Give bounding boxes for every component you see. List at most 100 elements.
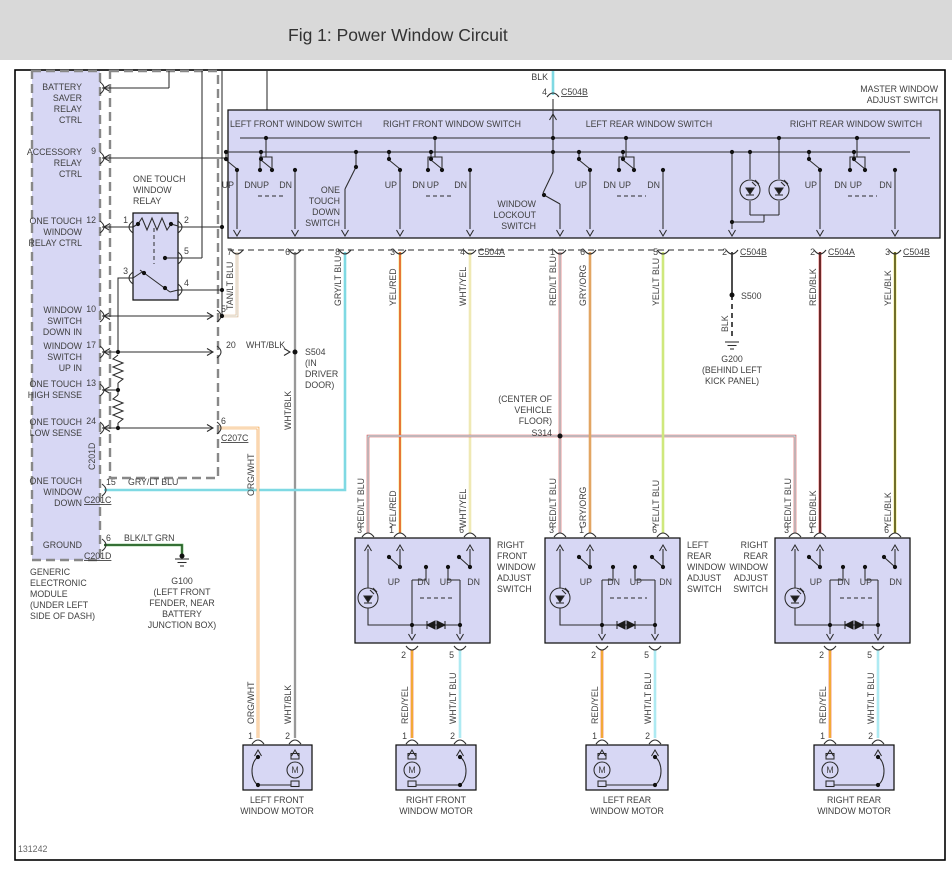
section-right-rear: RIGHT REAR WINDOW SWITCH: [790, 119, 922, 129]
svg-text:DN: DN: [454, 180, 467, 190]
svg-text:YEL/BLK: YEL/BLK: [883, 270, 893, 306]
svg-text:UP: UP: [630, 577, 642, 587]
pin-number: 4: [184, 278, 189, 288]
pin-number: 13: [86, 378, 96, 388]
svg-text:UP: UP: [810, 577, 822, 587]
svg-text:WHT/YEL: WHT/YEL: [458, 489, 468, 528]
gem-label-high-sense: ONE TOUCHHIGH SENSE: [28, 379, 82, 400]
svg-text:GRY/LT BLU: GRY/LT BLU: [333, 256, 343, 306]
svg-text:WHT/YEL: WHT/YEL: [458, 267, 468, 306]
gem-label-low-sense: ONE TOUCHLOW SENSE: [30, 417, 83, 438]
pin-number: 20: [226, 340, 236, 350]
svg-text:UP: UP: [580, 577, 592, 587]
svg-text:YEL/LT BLU: YEL/LT BLU: [651, 258, 661, 306]
pin-number: 2: [285, 731, 290, 741]
section-left-rear: LEFT REAR WINDOW SWITCH: [586, 119, 712, 129]
master-switch-title: MASTER WINDOWADJUST SWITCH: [860, 84, 938, 105]
svg-text:DN: DN: [889, 577, 902, 587]
svg-text:RED/LT BLU: RED/LT BLU: [356, 478, 366, 528]
wire-label: WHT/BLK: [246, 340, 285, 350]
pin-number: 2: [810, 247, 815, 257]
connector-c504b: C504B: [903, 247, 930, 257]
pin-number: 1: [592, 731, 597, 741]
pin-number: 3: [123, 266, 128, 276]
svg-text:DN: DN: [279, 180, 292, 190]
svg-text:DN: DN: [879, 180, 892, 190]
svg-text:YEL/BLK: YEL/BLK: [883, 492, 893, 528]
svg-text:RED/LT BLU: RED/LT BLU: [548, 256, 558, 306]
pin-number: 24: [86, 416, 96, 426]
svg-text:GRY/ORG: GRY/ORG: [578, 264, 588, 306]
motor-label: LEFT FRONTWINDOW MOTOR: [240, 795, 314, 816]
pin-number: 2: [184, 215, 189, 225]
pin-number: 2: [722, 247, 727, 257]
connector-c201c: C201C: [84, 495, 112, 505]
splice-s500: S500: [741, 291, 762, 301]
wiring-diagram-page: Fig 1: Power Window Circuit BATTERYSAVER…: [0, 0, 952, 872]
wire-label: BLK/LT GRN: [124, 533, 175, 543]
svg-text:YEL/RED: YEL/RED: [388, 490, 398, 528]
pin-number: 2: [645, 731, 650, 741]
pin-number: 6: [106, 533, 111, 543]
svg-text:ORG/WHT: ORG/WHT: [246, 681, 256, 724]
pin-number: 5: [644, 650, 649, 660]
pin-number: 6: [459, 525, 464, 535]
svg-text:DN: DN: [659, 577, 672, 587]
pin-number: 2: [819, 650, 824, 660]
pin-number: 1: [402, 731, 407, 741]
pin-number: 6: [580, 247, 585, 257]
pin-number: 1: [389, 525, 394, 535]
pin-number: 8: [335, 247, 340, 257]
motor-label: RIGHT REARWINDOW MOTOR: [817, 795, 891, 816]
wiring-diagram: Fig 1: Power Window Circuit BATTERYSAVER…: [0, 0, 952, 872]
pin-number: 12: [86, 215, 96, 225]
ground-g200: G200: [721, 354, 743, 364]
motor-m: M: [826, 765, 833, 775]
svg-text:RED/BLK: RED/BLK: [808, 268, 818, 306]
svg-text:UP: UP: [850, 180, 862, 190]
motor-m: M: [598, 765, 605, 775]
svg-text:DN: DN: [647, 180, 660, 190]
pin-number: 6: [884, 525, 889, 535]
svg-text:UP: UP: [860, 577, 872, 587]
svg-text:UP: UP: [619, 180, 631, 190]
pin-number: 1: [123, 215, 128, 225]
pin-number: 3: [390, 247, 395, 257]
connector-c504a: C504A: [478, 247, 505, 257]
pin-number: 5: [184, 246, 189, 256]
section-right-front: RIGHT FRONT WINDOW SWITCH: [383, 119, 521, 129]
pin-number: 17: [86, 340, 96, 350]
pin-number: 3: [784, 525, 789, 535]
motor-m: M: [291, 765, 298, 775]
pin-number: 3: [885, 247, 890, 257]
gem-label-window-switch-down: WINDOWSWITCHDOWN IN: [43, 305, 83, 337]
svg-text:UP: UP: [222, 180, 234, 190]
svg-text:WHT/LT BLU: WHT/LT BLU: [866, 673, 876, 724]
wire-label: BLK: [531, 72, 548, 82]
ground-g100: G100: [171, 576, 193, 586]
pin-number: 2: [450, 731, 455, 741]
svg-text:UP: UP: [388, 577, 400, 587]
svg-text:RED/LT BLU: RED/LT BLU: [548, 478, 558, 528]
svg-text:GRY/ORG: GRY/ORG: [578, 486, 588, 528]
svg-text:DN: DN: [607, 577, 620, 587]
gem-label-ground: GROUND: [43, 540, 82, 550]
connector-c504a: C504A: [828, 247, 855, 257]
motor-label: RIGHT FRONTWINDOW MOTOR: [399, 795, 473, 816]
pin-number: 4: [460, 247, 465, 257]
connector-c504b: C504B: [561, 87, 588, 97]
svg-text:WHT/LT BLU: WHT/LT BLU: [643, 673, 653, 724]
svg-text:TAN/LT BLU: TAN/LT BLU: [225, 262, 235, 310]
pin-number: 1: [550, 247, 555, 257]
svg-text:RED/LT BLU: RED/LT BLU: [783, 478, 793, 528]
connector-c201d: C201D: [84, 551, 111, 561]
pin-number: 5: [653, 247, 658, 257]
svg-text:RED/YEL: RED/YEL: [400, 686, 410, 724]
pin-number: 1: [820, 731, 825, 741]
pin-number: 1: [248, 731, 253, 741]
svg-text:RED/YEL: RED/YEL: [818, 686, 828, 724]
motor-m: M: [408, 765, 415, 775]
pin-number: 1: [579, 525, 584, 535]
pin-number: 6: [285, 247, 290, 257]
svg-text:RED/YEL: RED/YEL: [590, 686, 600, 724]
